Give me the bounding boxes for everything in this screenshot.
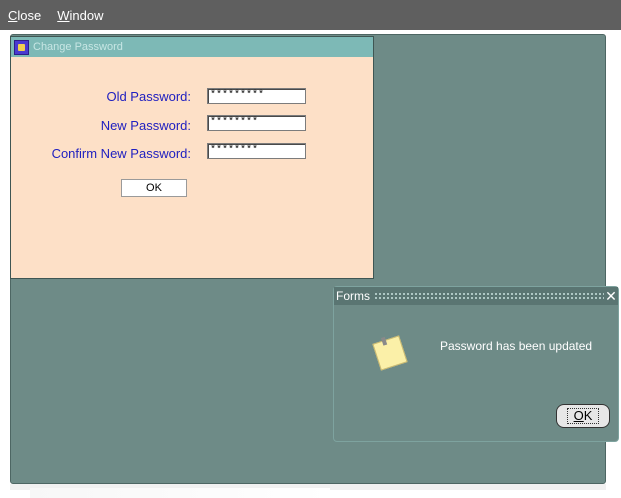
confirm-password-label: Confirm New Password: bbox=[51, 146, 191, 161]
menu-window[interactable]: Window bbox=[55, 6, 105, 25]
forms-alert-dialog: Forms ✕ Password has been updated OK bbox=[333, 286, 619, 442]
menu-bar: Close Window bbox=[0, 0, 621, 30]
old-password-label: Old Password: bbox=[106, 89, 191, 104]
change-password-titlebar[interactable]: Change Password bbox=[11, 37, 373, 57]
alert-ok-button[interactable]: OK bbox=[556, 404, 610, 428]
alert-message: Password has been updated bbox=[440, 339, 593, 353]
change-password-window: Change Password Old Password: ********* … bbox=[10, 36, 374, 279]
old-password-field[interactable]: ********* bbox=[207, 88, 306, 104]
new-password-label: New Password: bbox=[100, 118, 191, 133]
alert-title: Forms bbox=[336, 289, 370, 303]
close-icon[interactable]: ✕ bbox=[604, 288, 618, 305]
forms-app-icon bbox=[14, 39, 29, 55]
ok-button[interactable]: OK bbox=[121, 179, 187, 197]
menu-window-label: indow bbox=[69, 7, 104, 23]
change-password-form: Old Password: ********* New Password: **… bbox=[11, 57, 373, 279]
alert-ok-focus: OK bbox=[566, 408, 600, 424]
titlebar-pattern bbox=[374, 291, 604, 301]
confirm-password-field[interactable]: ******** bbox=[207, 143, 306, 159]
menu-window-mnemonic: W bbox=[57, 7, 70, 23]
alert-titlebar[interactable]: Forms ✕ bbox=[334, 287, 618, 305]
note-icon bbox=[372, 335, 408, 371]
window-title: Change Password bbox=[33, 41, 123, 53]
alert-ok-label: K bbox=[583, 408, 593, 423]
menu-close[interactable]: Close bbox=[6, 6, 43, 25]
alert-ok-mnemonic: O bbox=[573, 408, 584, 423]
background-ghost bbox=[30, 488, 330, 498]
menu-close-label: lose bbox=[17, 7, 42, 23]
menu-close-mnemonic: C bbox=[8, 7, 18, 23]
new-password-field[interactable]: ******** bbox=[207, 115, 306, 131]
